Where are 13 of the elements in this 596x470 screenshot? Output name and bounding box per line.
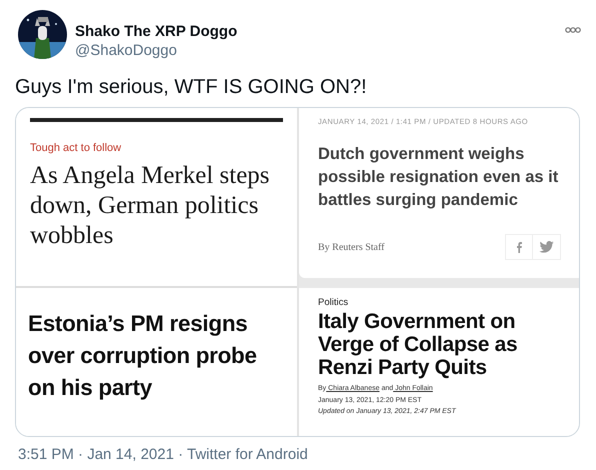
article-headline: Italy Government on Verge of Collapse as Renzi Party Quits	[318, 310, 518, 380]
media-image[interactable]	[15, 107, 580, 437]
tweet-text: Guys I'm serious, WTF IS GOING ON?!	[15, 75, 368, 100]
article-headline: Dutch government weighs possible resignation even as it battles surging pandemic	[318, 144, 560, 212]
article-headline: As Angela Merkel steps down, German politics wobbles	[30, 160, 271, 250]
author-handle: @ShakoDoggo	[75, 41, 178, 60]
more-icon[interactable]	[565, 26, 581, 34]
article-kicker: Tough act to follow	[30, 141, 122, 156]
article-headline: Estonia’s PM resigns over corruption probe on his party	[28, 310, 258, 402]
author-name: Shako The XRP Doggo	[75, 22, 238, 41]
tweet-timestamp: 3:51 PM · Jan 14, 2021 · Twitter for Android	[18, 445, 309, 465]
article-kicker: Politics	[318, 296, 350, 310]
article-byline: By Reuters Staff	[318, 240, 384, 255]
